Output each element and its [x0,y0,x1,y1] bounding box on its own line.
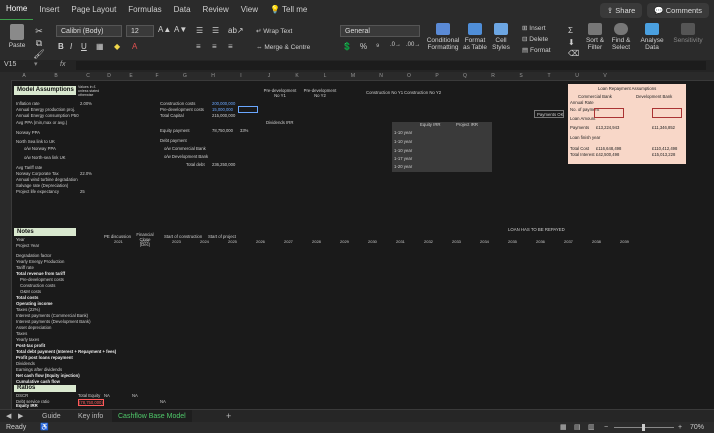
tab-page-layout[interactable]: Page Layout [65,0,122,20]
percent-icon[interactable]: % [360,42,367,51]
increase-decimal-icon[interactable]: .0→ [390,42,401,48]
tell-me[interactable]: 💡 Tell me [264,0,313,20]
formula-input[interactable] [76,61,706,70]
analyse-data-button[interactable]: Analyse Data [640,23,664,51]
lightbulb-icon: 💡 [269,5,280,14]
align-right-icon[interactable]: ≡ [228,42,233,51]
tab-view[interactable]: View [235,0,264,20]
zoom-out-icon[interactable]: − [604,422,608,433]
find-select-button[interactable]: Find & Select [610,23,632,51]
normal-view-icon[interactable]: ▦ [560,422,567,433]
format-painter-icon[interactable]: 🖌 [32,49,46,60]
cut-icon[interactable]: ✂ [32,26,46,37]
cell-styles-icon [494,23,508,35]
sensitivity-icon [681,23,695,35]
decrease-font-icon[interactable]: A▼ [174,25,187,34]
comments-button[interactable]: 💬 Comments [647,2,709,18]
orientation-icon[interactable]: ab↗ [228,26,244,35]
clear-icon[interactable]: ⌫ [568,49,579,58]
autosum-icon[interactable]: Σ [568,26,573,35]
insert-button[interactable]: ⊞ Insert [522,24,546,32]
status-bar: Ready ♿ ▦ ▤ ▥ − + 70% [0,422,714,433]
ribbon: Paste ✂ ⧉ 🖌 Calibri (Body) 12 A▲ A▼ B I … [0,20,714,61]
clipboard-icon [10,24,24,40]
table-icon [468,23,482,35]
years-row: 2021 2022 2023 2024 2025 2026 2027 2028 … [114,239,629,244]
analyse-data-icon [645,23,659,35]
accessibility-icon[interactable]: ♿ [40,422,49,433]
conditional-formatting-icon [436,23,450,35]
underline-icon[interactable]: U [81,42,87,51]
align-left-icon[interactable]: ≡ [196,42,201,51]
increase-font-icon[interactable]: A▲ [158,25,171,34]
row-headers[interactable] [0,80,12,409]
model-assumptions-header: Model Assumptions [14,86,76,95]
borders-icon[interactable]: ▦ [96,42,104,51]
selected-cell[interactable] [238,106,258,113]
page-break-view-icon[interactable]: ▥ [588,422,595,433]
fill-color-icon[interactable]: ◆ [114,42,120,51]
name-box[interactable]: V15 [4,61,16,68]
sort-filter-button[interactable]: Sort & Filter [584,23,606,51]
delete-icon: ⊟ [522,36,528,43]
comment-icon: 💬 [654,5,664,15]
loan-input-box[interactable] [594,108,624,118]
zoom-level[interactable]: 70% [690,422,704,433]
column-headers: A B C D E F G H I J K L M N O P Q R S T … [0,72,714,81]
currency-icon[interactable]: 💲 [342,42,352,51]
merge-icon: ⇔ [256,44,263,51]
fx-icon[interactable]: fx [60,61,65,68]
notes-header: Notes [14,228,76,236]
comma-icon[interactable]: ⁹ [376,42,379,51]
share-icon: ⇪ [606,5,614,15]
tab-home[interactable]: Home [0,0,34,21]
tab-review[interactable]: Review [197,0,235,20]
status-text: Ready [6,424,27,431]
insert-icon: ⊞ [522,25,528,32]
sort-icon [588,23,602,35]
zoom-slider-thumb[interactable] [642,424,645,431]
menu-bar: Home Insert Page Layout Formulas Data Re… [0,0,714,21]
decrease-decimal-icon[interactable]: .00→ [406,42,420,48]
number-format-select[interactable]: General [340,25,420,37]
fill-icon[interactable]: ⬇ [568,38,575,47]
loan-input-box-2[interactable] [652,108,682,118]
font-color-icon[interactable]: A [132,42,137,51]
align-center-icon[interactable]: ≡ [212,42,217,51]
zoom-in-icon[interactable]: + [678,422,682,433]
ratios-header: Ratios [14,385,76,392]
delete-button[interactable]: ⊟ Delete [522,35,548,43]
magnifier-icon [614,23,628,35]
format-icon: ▤ [522,47,529,54]
align-top-icon[interactable]: ☰ [196,26,203,35]
align-middle-icon[interactable]: ☰ [212,26,219,35]
sheet-tabs: ◀ ▶ Guide Key info Cashflow Base Model + [0,409,714,425]
values-note: Values in £ unless stated otherwise [78,85,100,97]
paste-button[interactable]: Paste [6,24,28,49]
conditional-formatting-button[interactable]: Conditional Formatting [426,23,460,51]
share-button[interactable]: ⇪ Share [599,2,643,18]
page-layout-view-icon[interactable]: ▤ [574,422,581,433]
wrap-text-button[interactable]: ↵ Wrap Text [256,27,292,35]
worksheet-grid[interactable]: A B C D E F G H I J K L M N O P Q R S T … [0,72,714,409]
format-as-table-button[interactable]: Format as Table [462,23,488,51]
name-box-dropdown-icon[interactable]: ▾ [34,60,38,68]
font-name-select[interactable]: Calibri (Body) [56,25,122,37]
wrap-icon: ↵ [256,28,262,35]
italic-icon[interactable]: I [70,42,72,51]
payments-ok-left: Payments OK [534,110,564,118]
bold-icon[interactable]: B [58,42,64,51]
sensitivity-button[interactable]: Sensitivity [672,23,704,44]
copy-icon[interactable]: ⧉ [32,38,46,49]
tab-insert[interactable]: Insert [33,0,65,20]
tab-data[interactable]: Data [168,0,197,20]
tab-formulas[interactable]: Formulas [122,0,167,20]
font-size-select[interactable]: 12 [126,25,154,37]
cell-styles-button[interactable]: Cell Styles [490,23,512,51]
merge-centre-button[interactable]: ⇔ Merge & Centre [256,44,310,51]
format-button[interactable]: ▤ Format [522,46,551,54]
